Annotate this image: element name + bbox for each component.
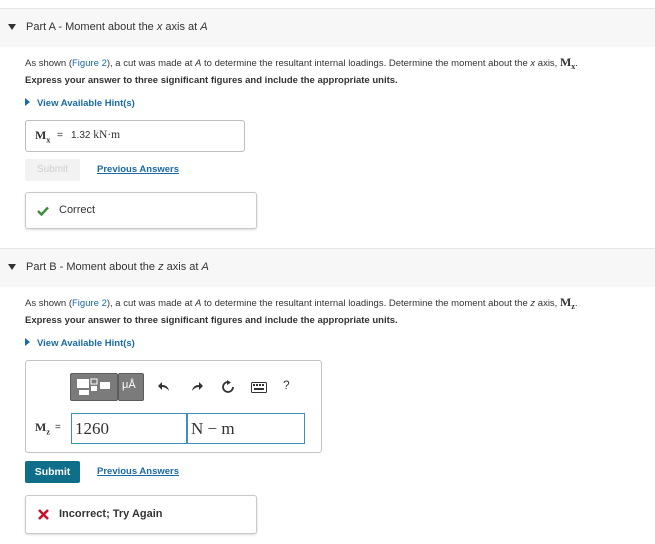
part-a-previous-answers-link[interactable]: Previous Answers <box>97 164 179 175</box>
part-a-answer-label: Mx <box>35 128 51 145</box>
units-input-text: N − m <box>191 419 235 438</box>
math-toolbar: μÅ ? <box>70 373 320 401</box>
part-a-hint-toggle[interactable]: View Available Hint(s) <box>25 98 135 109</box>
part-b-answer-box: μÅ ? Mz = 1260 N − m <box>25 360 322 453</box>
templates-icon <box>77 378 110 395</box>
collapse-triangle-icon[interactable] <box>8 24 16 30</box>
keyboard-icon[interactable] <box>251 382 267 393</box>
part-a-instruction: Express your answer to three significant… <box>25 75 398 86</box>
part-a-answer-value: 1.32 kN·m <box>71 129 121 141</box>
units-label: μÅ <box>122 379 136 391</box>
part-a-feedback: Correct <box>25 192 257 229</box>
figure-2-link[interactable]: Figure 2 <box>72 58 107 69</box>
part-a-submit-button: Submit <box>25 159 80 181</box>
x-mark-icon <box>38 509 49 520</box>
collapse-triangle-icon[interactable] <box>8 264 16 270</box>
part-a-answer-box: Mx = 1.32 kN·m <box>25 120 245 152</box>
part-b-instruction: Express your answer to three significant… <box>25 315 398 326</box>
help-button[interactable]: ? <box>283 378 290 392</box>
part-a-title: Part A - Moment about the x axis at A <box>26 21 208 33</box>
expand-triangle-icon <box>25 338 30 347</box>
part-b-equals: = <box>55 422 61 433</box>
value-input[interactable]: 1260 <box>71 413 187 444</box>
part-b-header[interactable]: Part B - Moment about the z axis at A <box>0 248 655 287</box>
part-a-feedback-text: Correct <box>59 204 96 216</box>
redo-icon[interactable] <box>191 381 203 393</box>
part-b-feedback-text: Incorrect; Try Again <box>59 508 163 520</box>
part-b-hint-toggle[interactable]: View Available Hint(s) <box>25 338 135 349</box>
part-a-equals: = <box>57 130 63 141</box>
value-input-text: 1260 <box>75 419 109 438</box>
part-a-prompt: As shown (Figure 2), a cut was made at A… <box>25 55 578 71</box>
units-button[interactable]: μÅ <box>118 373 144 401</box>
part-b-previous-answers-link[interactable]: Previous Answers <box>97 466 179 477</box>
part-b-feedback: Incorrect; Try Again <box>25 495 257 534</box>
part-b-answer-label: Mz <box>35 420 50 437</box>
templates-button[interactable] <box>70 373 118 401</box>
part-a-header[interactable]: Part A - Moment about the x axis at A <box>0 8 655 47</box>
part-b-submit-button[interactable]: Submit <box>25 461 80 483</box>
part-b-prompt: As shown (Figure 2), a cut was made at A… <box>25 295 578 311</box>
reset-icon[interactable] <box>221 380 235 394</box>
figure-2-link[interactable]: Figure 2 <box>72 298 107 309</box>
checkmark-icon <box>37 206 49 216</box>
expand-triangle-icon <box>25 98 30 107</box>
part-b-title: Part B - Moment about the z axis at A <box>26 261 209 273</box>
units-input[interactable]: N − m <box>187 413 305 444</box>
undo-icon[interactable] <box>158 381 170 393</box>
